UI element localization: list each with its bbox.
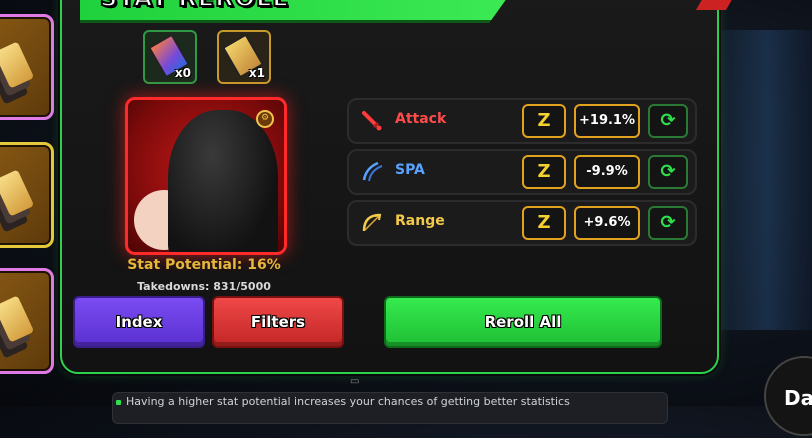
stat-name: Attack: [395, 111, 447, 127]
reroll-all-button[interactable]: Reroll All: [384, 296, 662, 348]
speed-icon: [359, 159, 385, 185]
unit-card[interactable]: [0, 14, 54, 120]
index-button[interactable]: Index: [73, 296, 205, 348]
reroll-ticket-slot[interactable]: x0: [143, 30, 197, 84]
stat-potential: Stat Potential: 16%: [127, 257, 281, 273]
side-action-button[interactable]: Da: [764, 356, 812, 436]
tip-toggle-icon[interactable]: ▭: [350, 376, 359, 387]
stat-row-attack: Attack Z +19.1% ⟳: [347, 98, 697, 144]
reroll-icon[interactable]: ⟳: [648, 104, 688, 138]
reroll-icon[interactable]: ⟳: [648, 206, 688, 240]
gold-ticket-slot[interactable]: x1: [217, 30, 271, 84]
unit-card-image: [0, 169, 35, 217]
stat-grade: Z: [522, 104, 566, 138]
unit-card[interactable]: [0, 268, 54, 374]
reroll-icon[interactable]: ⟳: [648, 155, 688, 189]
takedowns-counter: Takedowns: 831/5000: [137, 280, 271, 293]
tip-text: Having a higher stat potential increases…: [126, 395, 570, 408]
stat-grade: Z: [522, 206, 566, 240]
unit-card[interactable]: [0, 142, 54, 248]
unit-cloak: [168, 110, 278, 252]
stat-name: Range: [395, 213, 445, 229]
stat-value: +9.6%: [574, 206, 640, 240]
stat-value: -9.9%: [574, 155, 640, 189]
stat-row-range: Range Z +9.6% ⟳: [347, 200, 697, 246]
ticket-count: x0: [174, 66, 191, 80]
stat-grade: Z: [522, 155, 566, 189]
bow-icon: [359, 210, 385, 236]
ticket-count: x1: [248, 66, 265, 80]
unit-card-image: [0, 295, 35, 343]
sword-icon: [359, 108, 385, 134]
settings-icon[interactable]: ⚙: [256, 110, 274, 128]
stat-name: SPA: [395, 162, 425, 178]
stat-row-spa: SPA Z -9.9% ⟳: [347, 149, 697, 195]
stat-value: +19.1%: [574, 104, 640, 138]
filters-button[interactable]: Filters: [212, 296, 344, 348]
unit-card-image: [0, 41, 35, 89]
unit-portrait: ⚙: [125, 97, 287, 255]
tip-bullet-icon: [116, 400, 121, 405]
panel-title: STAT REROLL: [99, 0, 289, 13]
close-tab[interactable]: [695, 0, 735, 10]
